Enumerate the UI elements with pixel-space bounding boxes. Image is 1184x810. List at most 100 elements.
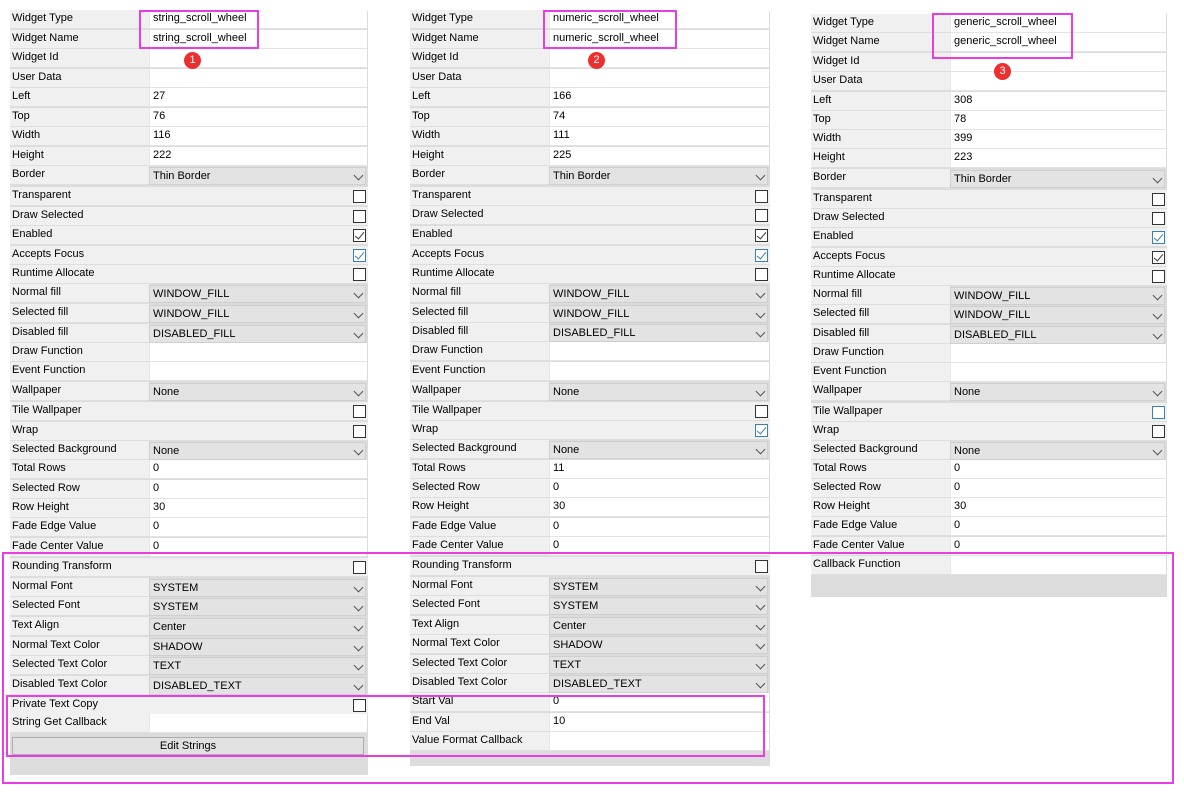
top-field[interactable]: 78: [950, 111, 1166, 130]
runtime-allocate-checkbox[interactable]: [353, 268, 366, 281]
top-field[interactable]: 76: [149, 108, 367, 127]
height-field[interactable]: 225: [549, 147, 769, 166]
property-label: Disabled fill: [10, 324, 149, 343]
accepts-focus-checkbox[interactable]: [1152, 251, 1165, 264]
user-data-field[interactable]: [149, 69, 367, 88]
transparent-checkbox[interactable]: [1152, 193, 1165, 206]
property-row-draw-function: Draw Function: [410, 342, 770, 361]
selected-row-field[interactable]: 0: [950, 479, 1166, 498]
width-field[interactable]: 399: [950, 130, 1166, 149]
wrap-checkbox[interactable]: [1152, 425, 1165, 438]
property-row-event-function: Event Function: [410, 362, 770, 381]
transparent-checkbox[interactable]: [353, 190, 366, 203]
selected-background-dropdown[interactable]: None: [549, 441, 768, 459]
draw-function-field[interactable]: [149, 343, 367, 362]
accepts-focus-checkbox[interactable]: [353, 249, 366, 262]
property-label: Tile Wallpaper: [410, 402, 770, 421]
selected-fill-dropdown[interactable]: WINDOW_FILL: [950, 306, 1165, 324]
draw-selected-checkbox[interactable]: [353, 210, 366, 223]
transparent-checkbox[interactable]: [755, 190, 768, 203]
property-row-wrap: Wrap: [10, 422, 368, 441]
draw-function-field[interactable]: [549, 342, 769, 361]
runtime-allocate-checkbox[interactable]: [755, 268, 768, 281]
tile-wallpaper-checkbox[interactable]: [1152, 406, 1165, 419]
draw-selected-checkbox[interactable]: [755, 209, 768, 222]
row-height-field[interactable]: 30: [950, 498, 1166, 517]
property-row-draw-function: Draw Function: [10, 343, 368, 362]
property-row-user-data: User Data: [811, 72, 1167, 91]
row-height-field[interactable]: 30: [149, 499, 367, 518]
user-data-field[interactable]: [950, 72, 1166, 91]
normal-fill-dropdown[interactable]: WINDOW_FILL: [149, 285, 366, 303]
fade-edge-value-field[interactable]: 0: [549, 518, 769, 537]
chevron-down-icon: [755, 327, 766, 338]
property-label: Widget Type: [410, 10, 549, 29]
property-row-total-rows: Total Rows 0: [811, 460, 1167, 479]
tile-wallpaper-checkbox[interactable]: [353, 405, 366, 418]
total-rows-field[interactable]: 11: [549, 460, 769, 479]
property-row-fade-edge-value: Fade Edge Value 0: [410, 518, 770, 537]
wallpaper-dropdown[interactable]: None: [549, 383, 768, 401]
enabled-checkbox[interactable]: [353, 229, 366, 242]
selected-row-field[interactable]: 0: [149, 480, 367, 499]
height-field[interactable]: 223: [950, 149, 1166, 168]
enabled-checkbox[interactable]: [1152, 231, 1165, 244]
chevron-down-icon: [1152, 173, 1163, 184]
selected-fill-dropdown[interactable]: WINDOW_FILL: [149, 305, 366, 323]
normal-fill-dropdown[interactable]: WINDOW_FILL: [549, 285, 768, 303]
property-row-disabled-fill: Disabled fill DISABLED_FILL: [410, 323, 770, 342]
event-function-field[interactable]: [549, 362, 769, 381]
fade-edge-value-field[interactable]: 0: [950, 517, 1166, 536]
wallpaper-dropdown[interactable]: None: [149, 383, 366, 401]
wallpaper-dropdown[interactable]: None: [950, 383, 1165, 401]
property-label: Border: [10, 166, 149, 185]
property-label: Widget Name: [410, 30, 549, 49]
property-row-width: Width 399: [811, 130, 1167, 149]
fade-edge-value-field[interactable]: 0: [149, 518, 367, 537]
widget-id-field[interactable]: [149, 49, 367, 68]
wrap-checkbox[interactable]: [353, 425, 366, 438]
border-dropdown[interactable]: Thin Border: [149, 167, 366, 185]
top-field[interactable]: 74: [549, 108, 769, 127]
left-field[interactable]: 166: [549, 88, 769, 107]
chevron-down-icon: [755, 386, 766, 397]
chevron-down-icon: [353, 288, 364, 299]
wrap-checkbox[interactable]: [755, 424, 768, 437]
disabled-fill-dropdown[interactable]: DISABLED_FILL: [149, 325, 366, 343]
dropdown-value: Thin Border: [153, 170, 211, 182]
enabled-checkbox[interactable]: [755, 229, 768, 242]
dropdown-value: None: [553, 386, 580, 398]
draw-selected-checkbox[interactable]: [1152, 212, 1165, 225]
selected-background-dropdown[interactable]: None: [950, 442, 1165, 460]
selected-background-dropdown[interactable]: None: [149, 442, 366, 460]
property-label: Event Function: [811, 363, 950, 382]
property-label: Width: [410, 127, 549, 146]
selected-row-field[interactable]: 0: [549, 479, 769, 498]
disabled-fill-dropdown[interactable]: DISABLED_FILL: [950, 326, 1165, 344]
total-rows-field[interactable]: 0: [950, 460, 1166, 479]
dropdown-value: WINDOW_FILL: [153, 288, 230, 300]
dropdown-value: DISABLED_FILL: [553, 327, 636, 339]
width-field[interactable]: 111: [549, 127, 769, 146]
left-field[interactable]: 308: [950, 92, 1166, 111]
border-dropdown[interactable]: Thin Border: [950, 170, 1165, 188]
border-dropdown[interactable]: Thin Border: [549, 167, 768, 185]
event-function-field[interactable]: [950, 363, 1166, 382]
user-data-field[interactable]: [549, 69, 769, 88]
property-label: Total Rows: [410, 460, 549, 479]
tile-wallpaper-checkbox[interactable]: [755, 405, 768, 418]
width-field[interactable]: 116: [149, 127, 367, 146]
event-function-field[interactable]: [149, 362, 367, 381]
runtime-allocate-checkbox[interactable]: [1152, 270, 1165, 283]
widget-id-field[interactable]: [549, 49, 769, 68]
draw-function-field[interactable]: [950, 344, 1166, 363]
normal-fill-dropdown[interactable]: WINDOW_FILL: [950, 287, 1165, 305]
disabled-fill-dropdown[interactable]: DISABLED_FILL: [549, 324, 768, 342]
total-rows-field[interactable]: 0: [149, 460, 367, 479]
property-row-row-height: Row Height 30: [811, 498, 1167, 517]
accepts-focus-checkbox[interactable]: [755, 249, 768, 262]
height-field[interactable]: 222: [149, 147, 367, 166]
left-field[interactable]: 27: [149, 88, 367, 107]
selected-fill-dropdown[interactable]: WINDOW_FILL: [549, 305, 768, 323]
row-height-field[interactable]: 30: [549, 498, 769, 517]
